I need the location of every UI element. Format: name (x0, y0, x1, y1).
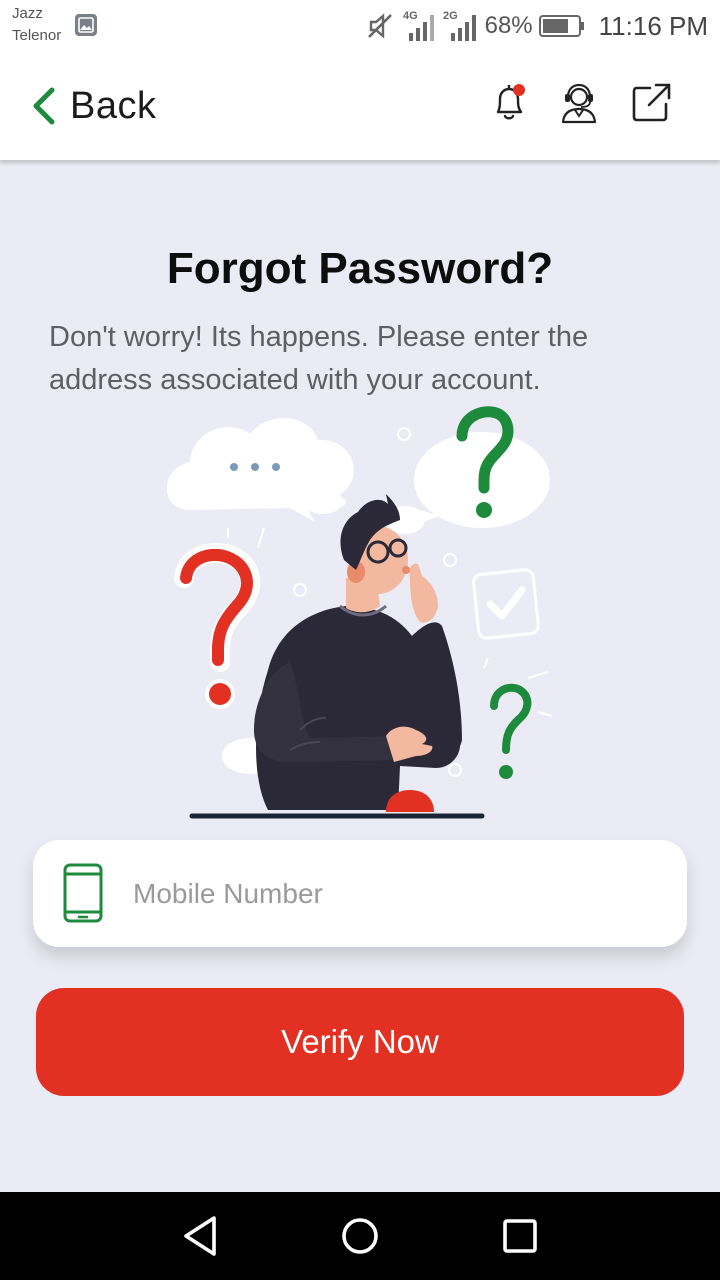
gallery-icon (75, 14, 97, 36)
bell-icon[interactable] (486, 80, 532, 126)
signal-2g-icon: 2G (443, 10, 476, 41)
page-subtitle: Don't worry! Its happens. Please enter t… (49, 321, 589, 396)
back-button[interactable]: Back (30, 80, 156, 132)
battery-icon (538, 15, 584, 37)
thinking-person-illustration (166, 406, 553, 819)
home-circle-icon[interactable] (334, 1210, 386, 1262)
chevron-left-icon (33, 87, 55, 125)
status-bar: Jazz Telenor 4G 2G 68% 11:16 PM (0, 0, 720, 52)
system-nav-bar (0, 1192, 720, 1280)
notification-dot (513, 84, 525, 96)
back-label: Back (70, 84, 157, 127)
carrier-2: Telenor (12, 27, 62, 44)
page-title: Forgot Password? (166, 244, 554, 293)
carrier-1: Jazz (12, 5, 43, 22)
back-triangle-icon[interactable] (174, 1210, 226, 1262)
signal-4g-icon: 4G (403, 10, 434, 41)
app-bar: Back (0, 52, 720, 160)
clock: 11:16 PM (598, 10, 708, 41)
mobile-number-input[interactable] (131, 860, 665, 928)
verify-now-button[interactable]: Verify Now (36, 988, 684, 1096)
external-link-icon[interactable] (628, 80, 674, 126)
mobile-phone-icon (63, 863, 103, 923)
network-4g-label: 4G (403, 10, 418, 22)
mobile-number-field[interactable] (33, 840, 687, 947)
mute-icon (367, 13, 392, 39)
support-agent-icon[interactable] (556, 80, 602, 126)
recents-square-icon[interactable] (494, 1210, 546, 1262)
network-2g-label: 2G (443, 10, 458, 22)
battery-percent: 68% (484, 12, 533, 39)
